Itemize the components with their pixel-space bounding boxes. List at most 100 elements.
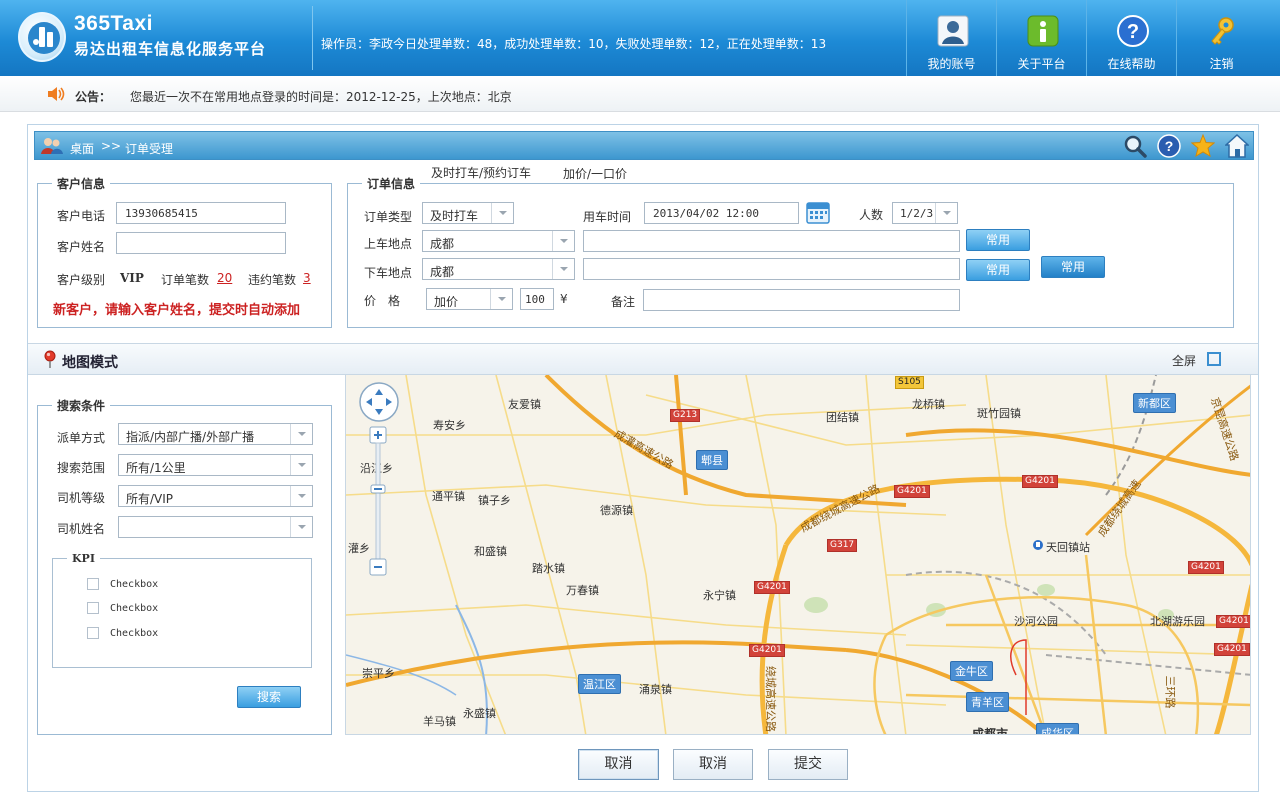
- map-label: 三环路: [1163, 675, 1177, 709]
- order-type-value: 及时打车: [430, 209, 479, 223]
- app-logo: [18, 12, 66, 62]
- kpi-checkbox-2-label: Checkbox: [110, 603, 159, 614]
- kpi-checkbox-3[interactable]: [87, 627, 99, 639]
- pickup-common-button[interactable]: 常用: [966, 229, 1030, 251]
- kpi-checkbox-2[interactable]: [87, 602, 99, 614]
- order-count-link[interactable]: 20: [217, 271, 232, 285]
- chevron-down-icon: [290, 424, 312, 444]
- speaker-icon: [48, 87, 65, 101]
- breadcrumb-desk[interactable]: 桌面: [70, 140, 94, 157]
- map-district-tag: 新都区: [1133, 393, 1176, 413]
- road-tag: G4201: [1188, 561, 1224, 574]
- map-view[interactable]: 友爱镇 寿安乡 团结镇 龙桥镇 斑竹园镇 新都区 郫县 沿江乡 通平镇 镇子乡 …: [345, 374, 1251, 735]
- map-label: 龙桥镇: [912, 398, 945, 411]
- map-label: 永盛镇: [463, 707, 496, 720]
- star-icon[interactable]: [1191, 132, 1215, 160]
- driver-name-select[interactable]: [118, 516, 313, 538]
- dropoff-common-button[interactable]: 常用: [966, 259, 1030, 281]
- nav-logout-label: 注销: [1209, 57, 1234, 71]
- price-type-select[interactable]: 加价: [426, 288, 513, 310]
- map-mode-title: 地图模式: [62, 355, 118, 371]
- search-icon[interactable]: [1123, 132, 1147, 160]
- customer-level-value: VIP: [120, 271, 144, 285]
- chevron-down-icon: [290, 486, 312, 506]
- search-range-label: 搜索范围: [57, 461, 106, 475]
- road-tag: S105: [895, 376, 924, 389]
- road-tag: G4201: [754, 581, 790, 594]
- pickup-city-value: 成都: [430, 237, 455, 251]
- pickup-address-input[interactable]: [583, 230, 960, 252]
- fullscreen-icon[interactable]: [1207, 352, 1221, 366]
- map-label: 团结镇: [826, 411, 859, 424]
- tab-price-mode[interactable]: 加价/一口价: [563, 165, 627, 182]
- submit-button[interactable]: 提交: [768, 749, 848, 780]
- chevron-down-icon: [935, 203, 957, 223]
- dropoff-city-select[interactable]: 成都: [422, 258, 575, 280]
- order-type-select[interactable]: 及时打车: [422, 202, 514, 224]
- dispatch-mode-label: 派单方式: [57, 431, 106, 445]
- chevron-down-icon: [490, 289, 512, 309]
- map-pin-icon: [44, 350, 56, 368]
- header-divider: [312, 6, 313, 70]
- chevron-down-icon: [290, 517, 312, 537]
- customer-name-input[interactable]: [116, 232, 286, 254]
- nav-about[interactable]: 关于平台: [996, 0, 1086, 76]
- driver-name-label: 司机姓名: [57, 522, 106, 536]
- kpi-checkbox-1[interactable]: [87, 578, 99, 590]
- top-nav: 我的账号 关于平台 ? 在线帮助 注销: [906, 0, 1266, 76]
- customer-phone-input[interactable]: 13930685415: [116, 202, 286, 224]
- road-tag: G4201: [1216, 615, 1250, 628]
- driver-level-select[interactable]: 所有/VIP: [118, 485, 313, 507]
- driver-level-label: 司机等级: [57, 491, 106, 505]
- dispatch-mode-select[interactable]: 指派/内部广播/外部广播: [118, 423, 313, 445]
- nav-my-account[interactable]: 我的账号: [906, 0, 996, 76]
- map-label: 友爱镇: [508, 398, 541, 411]
- nav-about-label: 关于平台: [1017, 57, 1066, 71]
- map-label: 通平镇: [432, 490, 465, 503]
- price-type-value: 加价: [434, 295, 459, 309]
- dispatch-mode-value: 指派/内部广播/外部广播: [126, 430, 255, 444]
- violation-count-link[interactable]: 3: [303, 271, 311, 285]
- user-account-icon: [937, 15, 969, 47]
- dropoff-address-input[interactable]: [583, 258, 960, 280]
- remark-label: 备注: [611, 295, 636, 309]
- search-range-select[interactable]: 所有/1公里: [118, 454, 313, 476]
- search-button[interactable]: 搜索: [237, 686, 301, 708]
- pickup-city-select[interactable]: 成都: [422, 230, 575, 252]
- road-tag: G317: [827, 539, 858, 552]
- breadcrumb-tools: ?: [1123, 132, 1249, 160]
- map-district-tag: 青羊区: [966, 692, 1009, 712]
- road-tag: G4201: [749, 644, 785, 657]
- common-button-extra[interactable]: 常用: [1041, 256, 1105, 278]
- home-icon[interactable]: [1225, 132, 1249, 160]
- nav-logout[interactable]: 注销: [1176, 0, 1266, 76]
- help-icon[interactable]: ?: [1157, 132, 1181, 160]
- main-panel: 桌面 >> 订单受理 ? 客户信息 客户电话 13930685415 客户姓名: [27, 124, 1259, 792]
- notice-text: 您最近一次不在常用地点登录的时间是：2012-12-25，上次地点：北京: [130, 90, 512, 104]
- map-label: 天回镇站: [1046, 541, 1090, 554]
- calendar-icon[interactable]: [805, 199, 831, 225]
- cancel-button-primary[interactable]: 取消: [578, 749, 659, 780]
- pickup-label: 上车地点: [364, 237, 413, 251]
- chevron-down-icon: [552, 231, 574, 251]
- new-customer-tip: 新客户，请输入客户姓名，提交时自动添加: [53, 303, 301, 318]
- fullscreen-label[interactable]: 全屏: [1172, 352, 1196, 369]
- price-amount-input[interactable]: 100: [520, 288, 554, 310]
- breadcrumb-separator: >>: [101, 139, 122, 153]
- map-label: 北湖游乐园: [1150, 615, 1205, 628]
- top-header: 365Taxi 易达出租车信息化服务平台 操作员：李政今日处理单数：48，成功处…: [0, 0, 1280, 76]
- order-info-legend: 订单信息: [367, 177, 416, 191]
- cancel-button[interactable]: 取消: [673, 749, 753, 780]
- nav-help[interactable]: ? 在线帮助: [1086, 0, 1176, 76]
- search-range-value: 所有/1公里: [126, 461, 186, 475]
- use-time-input[interactable]: 2013/04/02 12:00: [644, 202, 799, 224]
- dropoff-label: 下车地点: [364, 266, 413, 280]
- road-tag: G4201: [1214, 643, 1250, 656]
- remark-input[interactable]: [643, 289, 960, 311]
- map-label: 永宁镇: [703, 589, 736, 602]
- people-count-select[interactable]: 1/2/3: [892, 202, 958, 224]
- users-icon: [41, 138, 63, 154]
- tab-instant-booking[interactable]: 及时打车/预约订车: [431, 164, 531, 181]
- map-label: 涌泉镇: [639, 683, 672, 696]
- map-zoom-control: [358, 381, 400, 584]
